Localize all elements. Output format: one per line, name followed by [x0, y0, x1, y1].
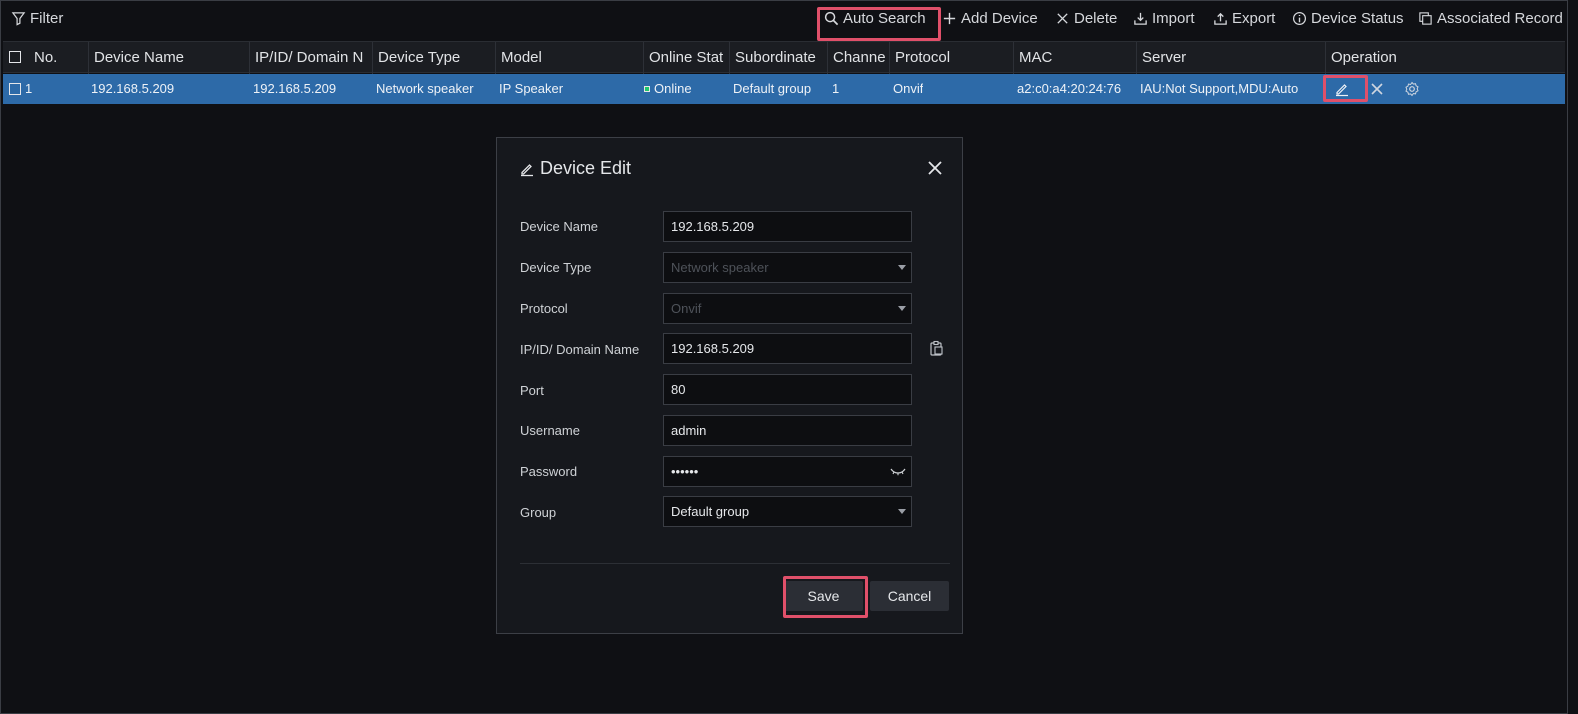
device-name-label: Device Name	[520, 219, 599, 234]
dialog-header: Device Edit	[519, 158, 631, 179]
filter-button[interactable]: Filter	[11, 10, 63, 27]
device-type-label: Device Type	[520, 260, 592, 275]
close-icon	[1057, 13, 1068, 24]
info-icon	[1292, 11, 1307, 26]
table-header: No. Device Name IP/ID/ Domain N Device T…	[3, 41, 1565, 74]
select-all-checkbox[interactable]	[9, 51, 21, 63]
column-server[interactable]: Server	[1136, 42, 1325, 74]
column-device-name[interactable]: Device Name	[88, 42, 249, 74]
dialog-divider	[520, 563, 950, 564]
row-checkbox[interactable]	[9, 83, 21, 95]
group-select[interactable]: Default group	[663, 496, 912, 527]
cell-online-status: Online	[644, 74, 692, 104]
toolbar: Filter Auto Search Add Device Delete Imp…	[1, 1, 1569, 41]
column-ip[interactable]: IP/ID/ Domain N	[249, 42, 372, 74]
add-device-label: Add Device	[961, 10, 1038, 27]
import-icon	[1134, 12, 1147, 25]
ip-input[interactable]: 192.168.5.209	[663, 333, 912, 364]
ip-label: IP/ID/ Domain Name	[520, 342, 640, 357]
delete-button[interactable]: Delete	[1055, 10, 1117, 27]
column-channel[interactable]: Channe	[827, 42, 889, 74]
device-type-value: Network speaker	[671, 260, 769, 275]
device-type-select: Network speaker	[663, 252, 912, 283]
cancel-button[interactable]: Cancel	[870, 581, 949, 611]
edit-icon	[521, 163, 533, 176]
cell-ip: 192.168.5.209	[253, 81, 337, 96]
password-input[interactable]: ••••••	[663, 456, 912, 487]
device-management-window: Filter Auto Search Add Device Delete Imp…	[0, 0, 1568, 714]
export-label: Export	[1232, 10, 1276, 27]
column-operation: Operation	[1325, 42, 1565, 74]
export-icon	[1214, 12, 1227, 25]
username-input[interactable]: admin	[663, 415, 912, 446]
eye-closed-icon[interactable]	[890, 465, 906, 477]
cell-protocol: Onvif	[893, 81, 924, 96]
column-device-type[interactable]: Device Type	[372, 42, 495, 74]
column-protocol[interactable]: Protocol	[889, 42, 1013, 74]
cell-model: IP Speaker	[499, 81, 564, 96]
device-name-input[interactable]: 192.168.5.209	[663, 211, 912, 242]
cell-no: 1	[25, 81, 33, 96]
password-value: ••••••	[671, 464, 699, 479]
chevron-down-icon	[898, 265, 906, 270]
import-button[interactable]: Import	[1133, 10, 1195, 27]
group-label: Group	[520, 505, 557, 520]
filter-icon	[11, 12, 26, 26]
delete-label: Delete	[1074, 10, 1118, 27]
save-button[interactable]: Save	[784, 581, 863, 611]
protocol-value: Onvif	[671, 301, 702, 316]
copy-icon	[1419, 12, 1432, 25]
password-label: Password	[520, 464, 578, 479]
export-button[interactable]: Export	[1213, 10, 1275, 27]
dialog-title: Device Edit	[540, 158, 632, 178]
device-edit-dialog: Device Edit Device Name 192.168.5.209 De…	[496, 137, 963, 634]
auto-search-label: Auto Search	[843, 10, 926, 27]
cell-device-type: Network speaker	[376, 81, 474, 96]
search-icon	[824, 11, 839, 26]
column-online-status[interactable]: Online Stat	[643, 42, 729, 74]
gear-icon[interactable]	[1404, 81, 1420, 97]
cell-subordinate: Default group	[733, 81, 812, 96]
online-status-icon	[644, 85, 650, 92]
column-mac[interactable]: MAC	[1013, 42, 1136, 74]
column-subordinate[interactable]: Subordinate	[729, 42, 827, 74]
clipboard-icon[interactable]	[928, 340, 944, 357]
plus-icon	[943, 12, 956, 25]
port-input[interactable]: 80	[663, 374, 912, 405]
cell-device-name: 192.168.5.209	[91, 81, 175, 96]
column-no[interactable]: No.	[29, 42, 87, 74]
chevron-down-icon	[898, 509, 906, 514]
table-row[interactable]: 1 192.168.5.209 192.168.5.209 Network sp…	[3, 74, 1565, 104]
group-value: Default group	[671, 504, 750, 519]
associated-record-button[interactable]: Associated Record	[1418, 10, 1563, 27]
filter-label: Filter	[30, 10, 64, 27]
column-model[interactable]: Model	[495, 42, 643, 74]
add-device-button[interactable]: Add Device	[942, 10, 1038, 27]
port-label: Port	[520, 383, 544, 398]
edit-icon[interactable]	[1334, 81, 1350, 97]
device-status-button[interactable]: Device Status	[1292, 10, 1404, 27]
close-icon[interactable]	[927, 160, 943, 176]
cell-mac: a2:c0:a4:20:24:76	[1017, 81, 1122, 96]
username-label: Username	[520, 423, 580, 438]
online-status-text: Online	[654, 81, 692, 96]
cell-channel: 1	[832, 81, 840, 96]
import-label: Import	[1152, 10, 1195, 27]
associated-record-label: Associated Record	[1437, 10, 1563, 27]
auto-search-button[interactable]: Auto Search	[824, 10, 926, 27]
device-status-label: Device Status	[1311, 10, 1404, 27]
chevron-down-icon	[898, 306, 906, 311]
cell-server: IAU:Not Support,MDU:Auto	[1140, 81, 1299, 96]
protocol-select: Onvif	[663, 293, 912, 324]
delete-icon[interactable]	[1369, 81, 1385, 97]
protocol-label: Protocol	[520, 301, 568, 316]
